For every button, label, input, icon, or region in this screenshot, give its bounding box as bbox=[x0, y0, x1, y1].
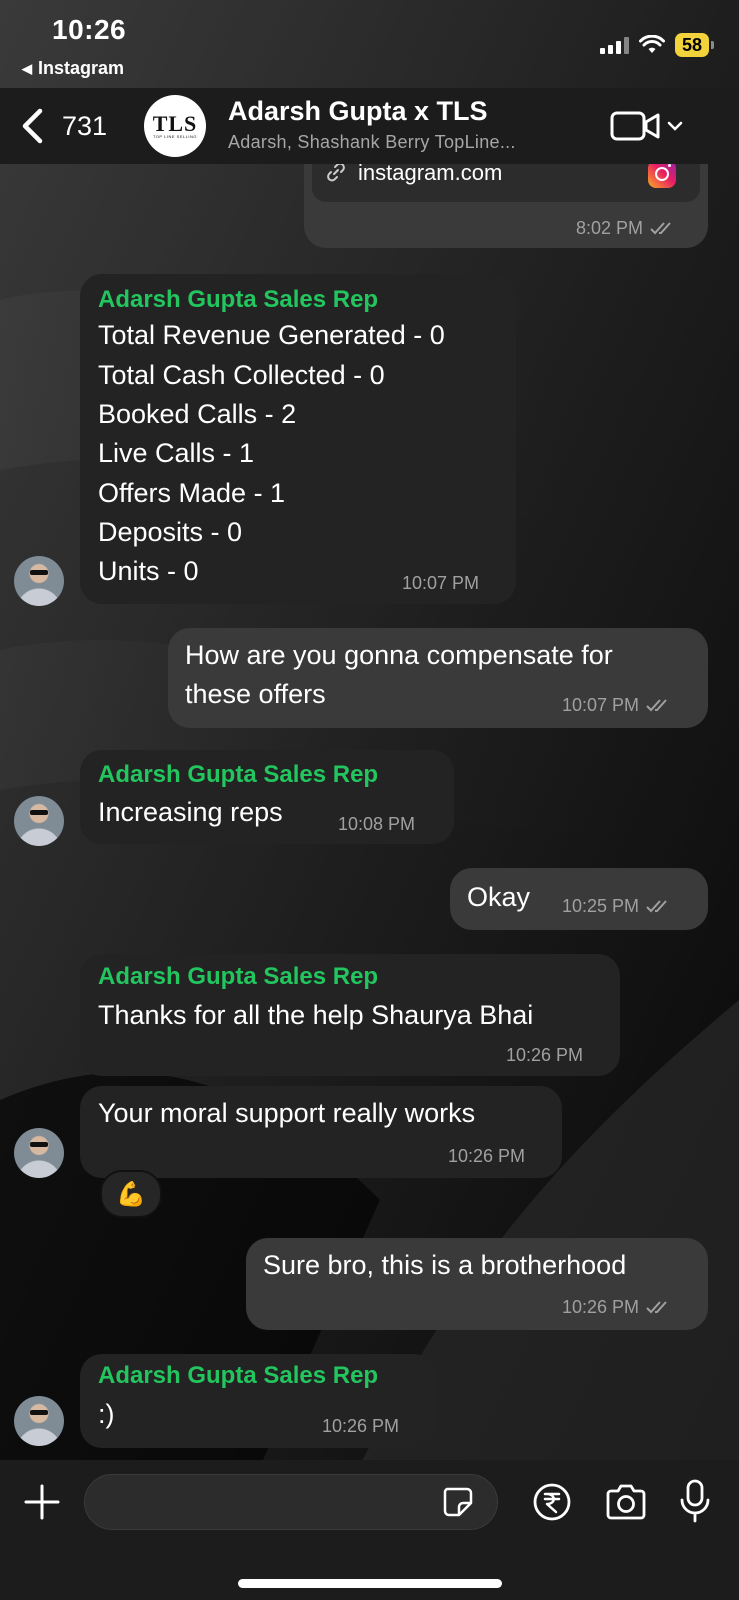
cellular-signal-icon bbox=[599, 36, 629, 54]
chat-title[interactable]: Adarsh Gupta x TLS bbox=[228, 96, 488, 127]
message-time: 10:26 PM bbox=[506, 1045, 584, 1065]
message-time-text: 10:07 PM bbox=[562, 695, 640, 715]
battery-indicator: 58 bbox=[674, 33, 715, 57]
link-icon bbox=[327, 162, 345, 182]
video-camera-icon bbox=[610, 111, 660, 141]
message-time: 10:25 PM bbox=[562, 896, 673, 917]
message-text-line: Live Calls - 1 bbox=[98, 438, 255, 468]
message-time-text: 10:26 PM bbox=[562, 1297, 640, 1317]
message-time: 10:08 PM bbox=[338, 814, 416, 834]
message-list[interactable]: instagram.com 8:02 PM Adarsh Gupta Sales… bbox=[0, 0, 739, 1460]
message-text-line: Offers Made - 1 bbox=[98, 478, 286, 508]
message-time: 10:07 PM bbox=[562, 695, 673, 716]
back-button[interactable]: 731 bbox=[18, 104, 128, 148]
message-time: 10:26 PM bbox=[322, 1416, 400, 1436]
chat-header: 731 TLS TOP LINE SELLING Adarsh Gupta x … bbox=[0, 88, 739, 164]
unread-count: 731 bbox=[62, 110, 108, 141]
read-receipt-icon bbox=[650, 222, 671, 235]
wifi-icon bbox=[638, 35, 665, 53]
sender-avatar[interactable] bbox=[14, 796, 64, 846]
group-avatar[interactable]: TLS TOP LINE SELLING bbox=[144, 95, 206, 157]
chat-participants[interactable]: Adarsh, Shashank Berry TopLine... bbox=[228, 132, 516, 153]
sender-avatar[interactable] bbox=[14, 1396, 64, 1446]
avatar-logo: TLS bbox=[152, 110, 198, 136]
message-text-line: Your moral support really works bbox=[98, 1098, 476, 1128]
read-receipt-icon bbox=[646, 900, 667, 913]
rupee-icon[interactable] bbox=[532, 1482, 572, 1522]
chevron-down-icon bbox=[667, 121, 683, 131]
message-text-line: Total Cash Collected - 0 bbox=[98, 360, 385, 390]
read-receipt-icon bbox=[646, 699, 667, 712]
sender-name: Adarsh Gupta Sales Rep bbox=[98, 963, 379, 990]
instagram-icon bbox=[648, 160, 676, 188]
status-time: 10:26 bbox=[52, 14, 127, 45]
back-to-app-link[interactable]: ◀ Instagram bbox=[22, 58, 124, 79]
message-text-line: :) bbox=[98, 1399, 115, 1429]
message-time: 10:07 PM bbox=[402, 573, 480, 593]
message-text-line: these offers bbox=[185, 679, 326, 709]
message-input-box[interactable] bbox=[84, 1474, 498, 1530]
sender-name: Adarsh Gupta Sales Rep bbox=[98, 761, 379, 788]
message-text-line: Total Revenue Generated - 0 bbox=[98, 320, 445, 350]
message-text-line: Booked Calls - 2 bbox=[98, 399, 297, 429]
message-time: 8:02 PM bbox=[576, 218, 677, 239]
message-text-line: How are you gonna compensate for bbox=[185, 640, 613, 670]
sticker-icon[interactable] bbox=[441, 1485, 475, 1519]
message-time: 10:26 PM bbox=[448, 1146, 526, 1166]
avatar-logo-sub: TOP LINE SELLING bbox=[152, 133, 198, 139]
read-receipt-icon bbox=[646, 1301, 667, 1314]
chevron-left-icon bbox=[22, 108, 43, 144]
home-indicator[interactable] bbox=[238, 1579, 502, 1588]
status-bar: 10:26 ◀ Instagram 58 bbox=[0, 0, 739, 88]
video-call-button[interactable] bbox=[610, 108, 684, 144]
flexed-biceps-emoji: 💪 bbox=[116, 1180, 146, 1208]
message-time-text: 8:02 PM bbox=[576, 218, 644, 238]
sender-avatar[interactable] bbox=[14, 556, 64, 606]
camera-icon[interactable] bbox=[604, 1482, 648, 1522]
message-time: 10:26 PM bbox=[562, 1297, 673, 1318]
back-app-label: Instagram bbox=[38, 58, 125, 78]
status-icons: 58 bbox=[599, 32, 715, 58]
message-text-line: Units - 0 bbox=[98, 556, 199, 586]
message-text-line: Thanks for all the help Shaurya Bhai bbox=[98, 1000, 534, 1030]
message-composer bbox=[0, 1460, 739, 1600]
sender-name: Adarsh Gupta Sales Rep bbox=[98, 1362, 379, 1389]
message-text-line: Sure bro, this is a brotherhood bbox=[263, 1250, 627, 1280]
sender-name: Adarsh Gupta Sales Rep bbox=[98, 286, 379, 313]
triangle-left-icon: ◀ bbox=[22, 61, 32, 76]
message-reaction[interactable]: 💪 bbox=[100, 1170, 162, 1218]
message-text-line: Okay bbox=[467, 882, 531, 912]
microphone-icon[interactable] bbox=[678, 1478, 712, 1524]
message-time-text: 10:25 PM bbox=[562, 896, 640, 916]
message-text-line: Increasing reps bbox=[98, 797, 283, 827]
message-input[interactable] bbox=[103, 1485, 427, 1521]
message-text-line: Deposits - 0 bbox=[98, 517, 243, 547]
plus-icon[interactable] bbox=[22, 1482, 62, 1522]
sender-avatar[interactable] bbox=[14, 1128, 64, 1178]
